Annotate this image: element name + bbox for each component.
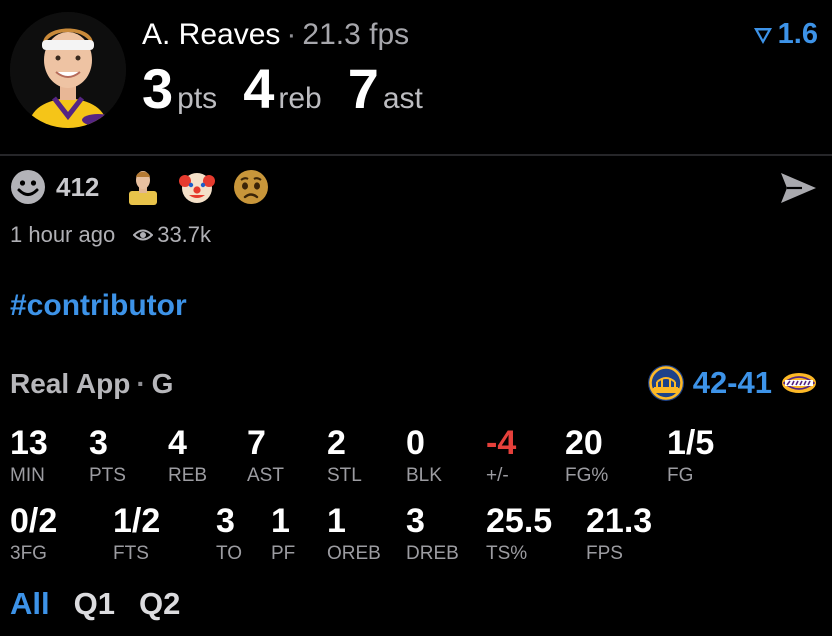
stat-label: DREB (406, 543, 459, 564)
stat-value: 2 (327, 424, 346, 462)
stat-min: 13 MIN (10, 425, 48, 487)
reaction-count[interactable]: 412 (56, 172, 99, 203)
time-ago: 1 hour ago (10, 222, 116, 247)
score-value: 42-41 (692, 365, 772, 400)
stat-stl: 2 STL (327, 425, 362, 487)
stat-dreb: 3 DREB (406, 503, 459, 565)
tab-q2[interactable]: Q2 (139, 586, 180, 622)
stat-label: STL (327, 465, 362, 486)
stat-label: REB (168, 465, 208, 486)
stat-value: 0/2 (10, 502, 58, 540)
stat-label: PF (271, 543, 296, 564)
player-name[interactable]: A. Reaves (142, 18, 280, 51)
summary-assists-unit: ast (382, 82, 423, 115)
stat-label: AST (247, 465, 284, 486)
stat-oreb: 1 OREB (327, 503, 381, 565)
player-avatar-reaction-icon[interactable] (125, 169, 161, 205)
stat-fg-pct: 20 FG% (565, 425, 608, 487)
summary-points-value: 3 (142, 57, 174, 120)
stat-pts: 3 PTS (89, 425, 126, 487)
tab-all[interactable]: All (10, 586, 50, 622)
stat-label: FG% (565, 465, 609, 486)
stat-fts: 1/2 FTS (113, 503, 160, 565)
stat-value: 7 (247, 424, 266, 462)
summary-points-unit: pts (177, 82, 218, 115)
tab-q1[interactable]: Q1 (74, 586, 115, 622)
warriors-logo-icon (647, 365, 684, 401)
stat-label: FPS (586, 543, 623, 564)
stat-label: FTS (113, 543, 149, 564)
stat-fg: 1/5 FG (667, 425, 714, 487)
stat-value: 0 (406, 424, 425, 462)
view-count-value: 33.7k (157, 222, 212, 247)
share-send-icon[interactable] (778, 170, 818, 206)
stat-ts-pct: 25.5 TS% (486, 503, 552, 565)
stat-value: 1 (327, 502, 346, 540)
stat-value: 13 (10, 424, 48, 462)
separator-dot: · (136, 368, 146, 399)
summary-assists-value: 7 (347, 57, 379, 120)
stat-value: 1 (271, 502, 290, 540)
stat-value: 1/5 (667, 424, 715, 462)
pleading-face-icon[interactable] (233, 169, 269, 205)
player-header: A. Reaves · 21.3 fps 3 pts 4 reb 7 ast 1.6 (0, 0, 832, 156)
stat-label: 3FG (10, 543, 47, 564)
stat-value: 3 (406, 502, 425, 540)
stat-to: 3 TO (216, 503, 242, 565)
stat-value: 20 (565, 424, 603, 462)
player-fps: 21.3 fps (302, 18, 410, 51)
stat-value: 4 (168, 424, 187, 462)
stat-blk: 0 BLK (406, 425, 442, 487)
lakers-logo-icon (782, 373, 816, 393)
reaction-row: 412 (10, 168, 287, 206)
rating-badge[interactable]: 1.6 (752, 18, 818, 51)
stat-reb: 4 REB (168, 425, 207, 487)
stat-label: FG (667, 465, 694, 486)
summary-rebounds-value: 4 (243, 57, 275, 120)
stat-summary: 3 pts 4 reb 7 ast (142, 56, 449, 120)
stat-value: 1/2 (113, 502, 161, 540)
game-score[interactable]: 42-41 (647, 364, 818, 402)
rating-arrow-icon (753, 27, 772, 44)
stat-label: TO (216, 543, 243, 564)
player-avatar[interactable] (10, 12, 126, 128)
clown-face-icon[interactable] (179, 169, 216, 205)
stat-value: 3 (89, 424, 108, 462)
stat-value: 25.5 (486, 502, 553, 540)
stat-value: -4 (486, 424, 517, 462)
stat-label: +/- (486, 465, 509, 486)
league-name: Real App (10, 368, 131, 399)
separator-dot: · (286, 18, 297, 51)
stat-label: MIN (10, 465, 45, 486)
stat-plus-minus: -4 +/- (486, 425, 516, 487)
post-meta: 1 hour ago 33.7k (10, 222, 211, 248)
rating-value: 1.6 (777, 18, 818, 50)
player-headshot-icon (10, 12, 126, 128)
hashtag-link[interactable]: #contributor (10, 289, 187, 323)
stat-value: 21.3 (586, 502, 653, 540)
stat-label: OREB (327, 543, 381, 564)
stat-label: PTS (89, 465, 126, 486)
stat-label: BLK (406, 465, 442, 486)
stat-3fg: 0/2 3FG (10, 503, 57, 565)
stat-label: TS% (486, 543, 528, 564)
header-divider (0, 154, 832, 156)
view-count: 33.7k (133, 222, 211, 248)
period-tabs: All Q1 Q2 (10, 586, 204, 622)
add-reaction-icon[interactable] (10, 169, 46, 205)
stat-value: 3 (216, 502, 235, 540)
player-position: G (151, 368, 174, 399)
summary-rebounds-unit: reb (278, 82, 322, 115)
eye-icon (133, 229, 154, 241)
stat-fps: 21.3 FPS (586, 503, 652, 565)
game-info: Real App · G (10, 368, 173, 400)
player-title-line: A. Reaves · 21.3 fps (142, 18, 409, 52)
stat-ast: 7 AST (247, 425, 284, 487)
stat-pf: 1 PF (271, 503, 295, 565)
